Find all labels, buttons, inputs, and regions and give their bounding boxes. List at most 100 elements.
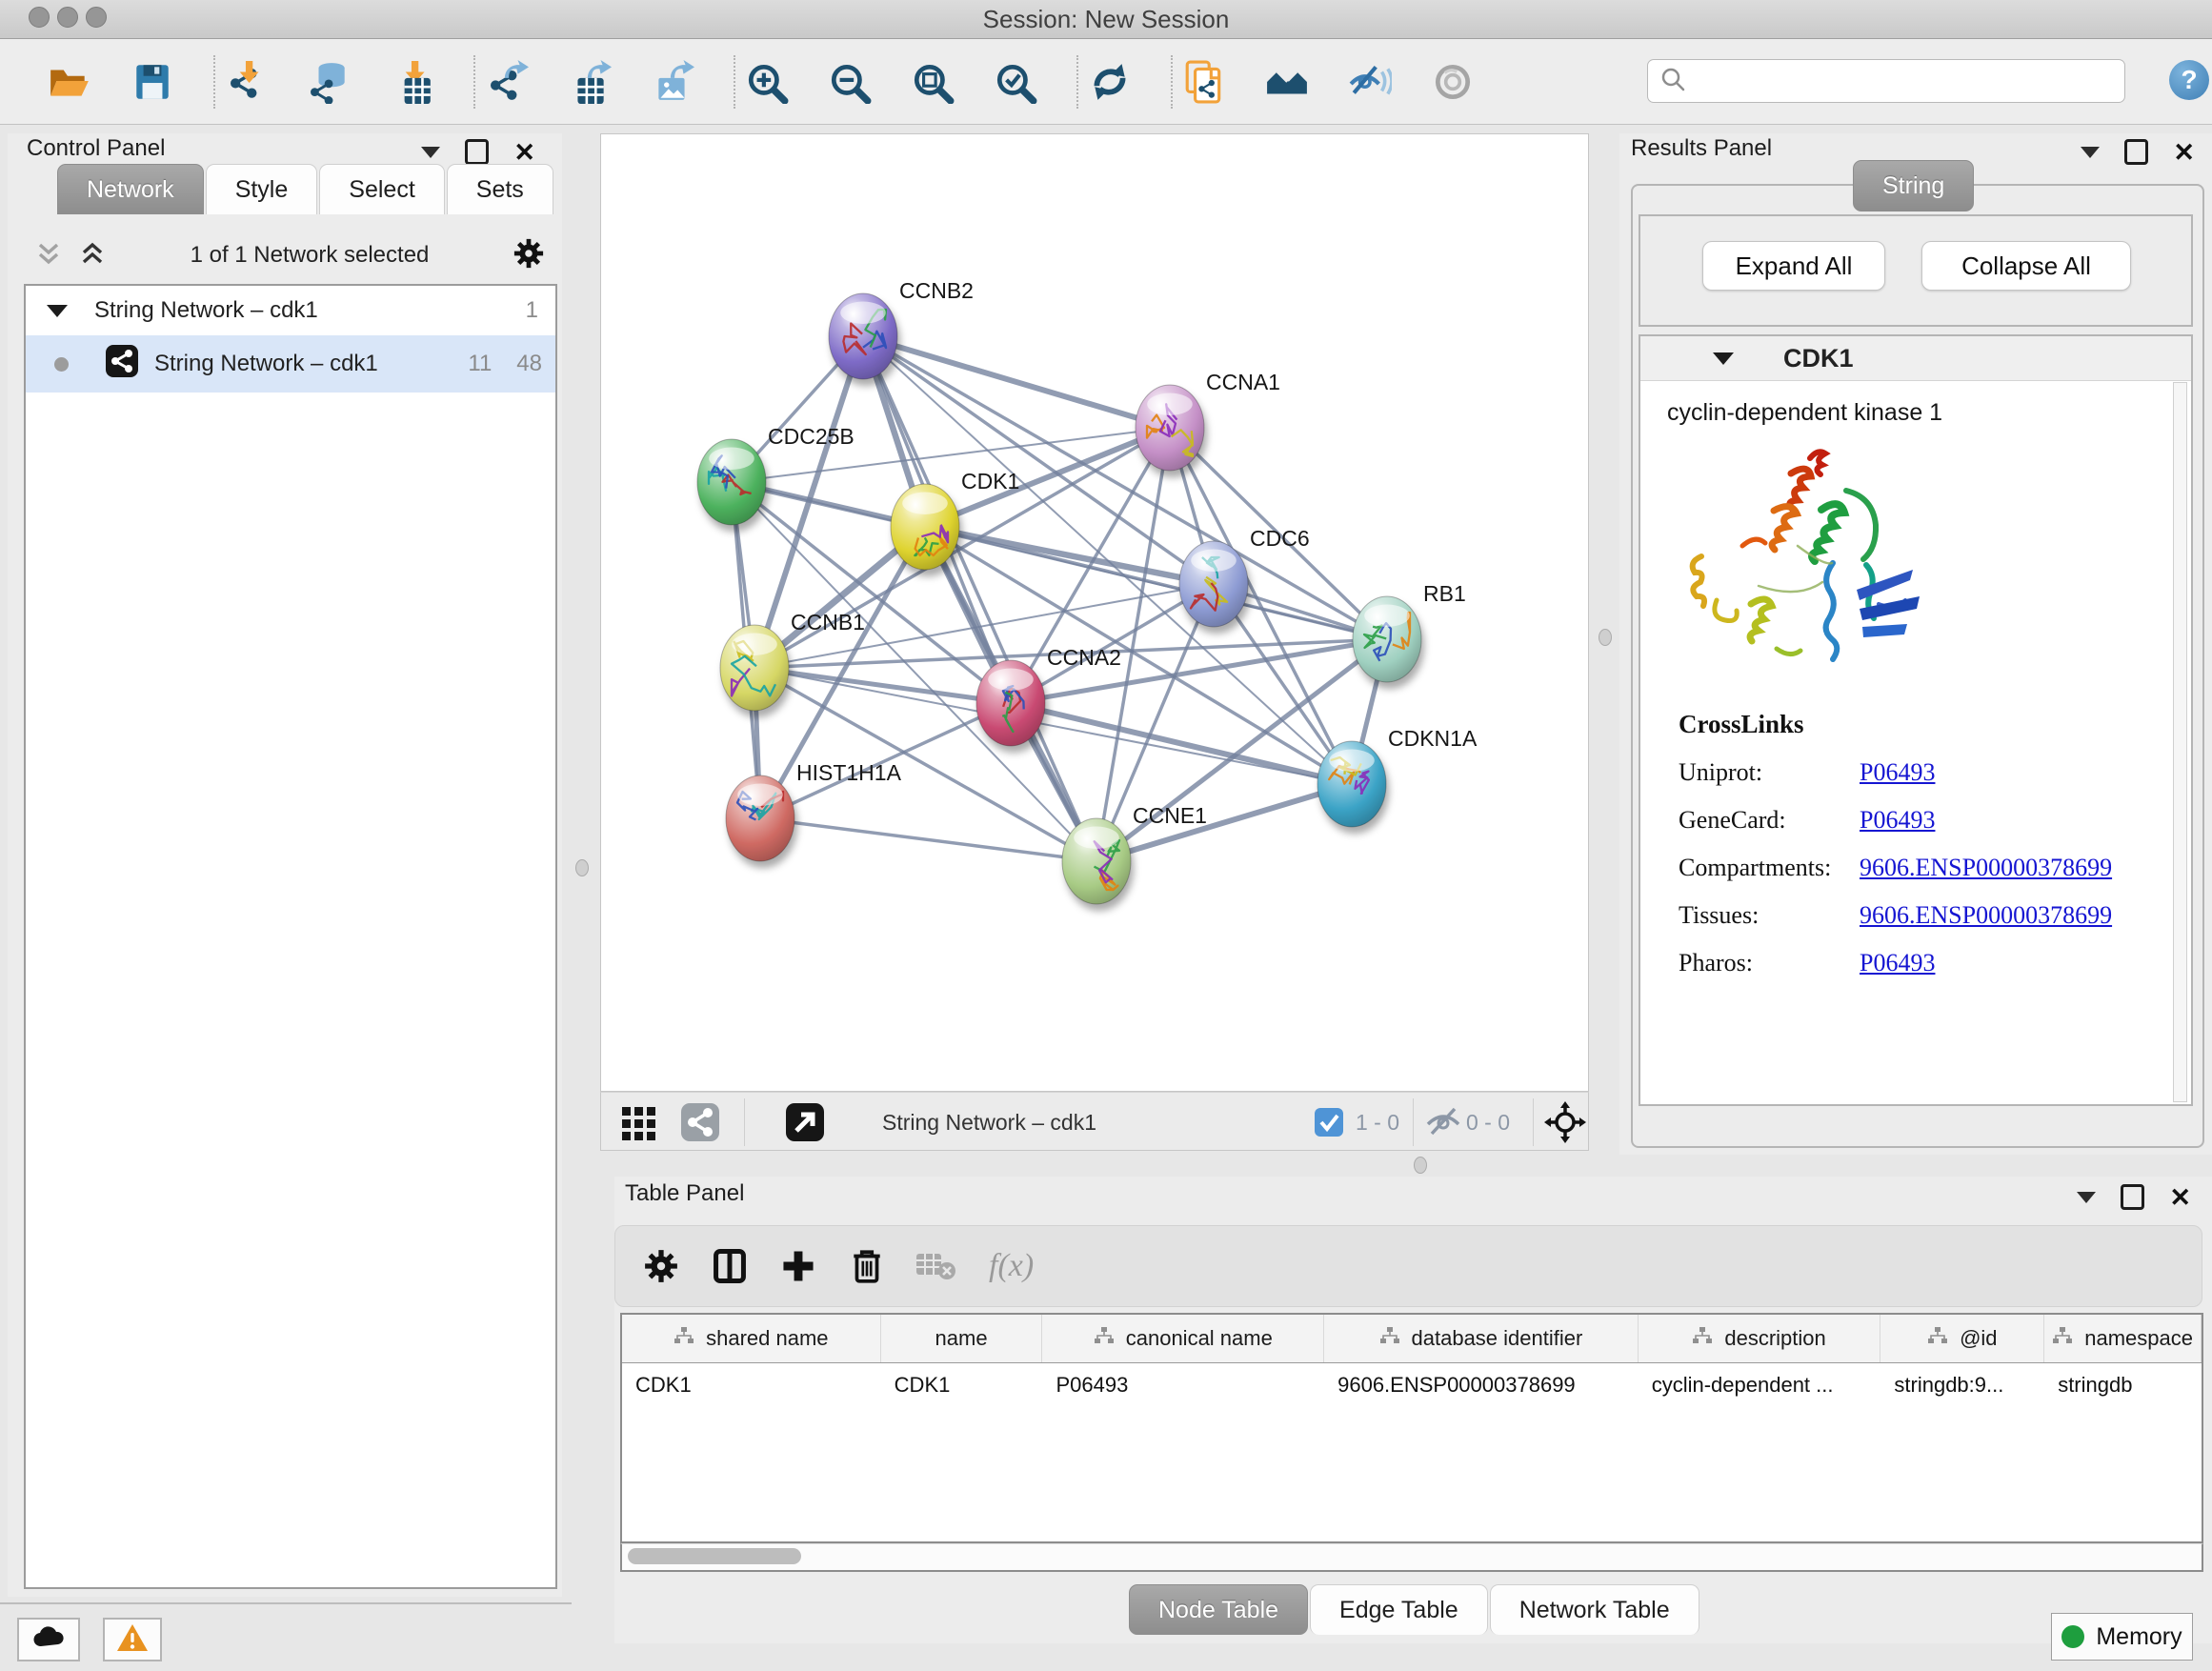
zoom-fit-content-icon[interactable] [911, 60, 955, 104]
memory-button[interactable]: Memory [2051, 1613, 2193, 1661]
string-home-icon[interactable] [1265, 60, 1309, 104]
table-horizontal-scrollbar[interactable] [620, 1543, 2203, 1572]
network-node-RB1[interactable] [1353, 596, 1421, 682]
network-row-selected[interactable]: String Network – cdk1 11 48 [26, 335, 555, 393]
results-panel-float-icon[interactable] [2124, 139, 2148, 165]
show-graphics-details-icon[interactable] [1431, 60, 1475, 104]
table-panel-collapse-icon[interactable] [2077, 1192, 2096, 1203]
network-collection-row[interactable]: String Network – cdk1 1 [26, 286, 555, 335]
show-hide-glass-icon[interactable] [1348, 60, 1392, 104]
tab-edge-table[interactable]: Edge Table [1310, 1584, 1488, 1635]
crosslink-link[interactable]: 9606.ENSP00000378699 [1860, 901, 2112, 930]
gene-expander-icon[interactable] [1713, 352, 1734, 365]
network-share-icon[interactable] [679, 1101, 721, 1148]
zoom-out-icon[interactable] [828, 60, 872, 104]
control-panel-close-icon[interactable]: ✕ [513, 143, 535, 162]
export-network-icon[interactable] [485, 60, 529, 104]
tab-network-table[interactable]: Network Table [1490, 1584, 1699, 1635]
zoom-selected-icon[interactable] [994, 60, 1037, 104]
network-edge[interactable] [1011, 703, 1352, 784]
selected-checkbox-icon[interactable] [1314, 1107, 1344, 1142]
crosslink-link[interactable]: P06493 [1860, 806, 1935, 835]
crosslink-link[interactable]: P06493 [1860, 758, 1935, 787]
tab-string[interactable]: String [1853, 160, 1974, 211]
left-splitter-handle[interactable] [575, 859, 589, 876]
string-publications-icon[interactable] [1182, 60, 1226, 104]
tab-node-table[interactable]: Node Table [1129, 1584, 1308, 1635]
network-node-CCNE1[interactable] [1062, 818, 1131, 904]
column-header-name[interactable]: name [881, 1315, 1043, 1362]
expand-all-button[interactable]: Expand All [1702, 241, 1885, 291]
import-table-file-icon[interactable] [391, 60, 434, 104]
network-node-CCNA1[interactable] [1136, 385, 1204, 471]
column-header--id[interactable]: @id [1880, 1315, 2044, 1362]
help-button[interactable]: ? [2169, 60, 2209, 100]
results-panel-close-icon[interactable]: ✕ [2173, 143, 2195, 162]
scrollbar-thumb[interactable] [628, 1548, 801, 1564]
network-edge[interactable] [863, 336, 1170, 428]
column-header-shared-name[interactable]: shared name [622, 1315, 881, 1362]
network-node-CCNA2[interactable] [976, 660, 1045, 746]
crosslink-link[interactable]: 9606.ENSP00000378699 [1860, 854, 2112, 882]
minimize-window-icon[interactable] [57, 7, 78, 28]
node-label: CCNA2 [1047, 645, 1121, 670]
column-header-database-identifier[interactable]: database identifier [1324, 1315, 1639, 1362]
network-node-CDK1[interactable] [891, 484, 959, 570]
network-node-CDC6[interactable] [1179, 541, 1248, 627]
results-panel-collapse-icon[interactable] [2081, 147, 2100, 158]
network-canvas[interactable]: CCNB2CCNA1CDC25BCDK1CDC6RB1CCNB1CCNA2CDK… [600, 133, 1589, 1092]
search-box[interactable] [1647, 59, 2125, 103]
expand-all-icon[interactable] [78, 239, 107, 272]
right-splitter-handle[interactable] [1599, 629, 1612, 646]
search-input[interactable] [1692, 68, 2124, 94]
birds-eye-grid-icon[interactable] [618, 1101, 660, 1148]
hidden-eye-slash-icon[interactable] [1424, 1105, 1462, 1144]
cloud-button[interactable] [17, 1618, 80, 1661]
crosslink-link[interactable]: P06493 [1860, 949, 1935, 977]
table-panel-close-icon[interactable]: ✕ [2169, 1188, 2191, 1207]
network-node-HIST1H1A[interactable] [726, 775, 794, 861]
apply-layout-icon[interactable] [1088, 60, 1132, 104]
results-scrollbar[interactable] [2173, 382, 2187, 1102]
column-header-description[interactable]: description [1639, 1315, 1881, 1362]
collection-expander-icon[interactable] [47, 305, 68, 317]
zoom-in-icon[interactable] [745, 60, 789, 104]
network-node-CCNB1[interactable] [720, 625, 789, 711]
collapse-all-icon[interactable] [34, 239, 63, 272]
control-panel-collapse-icon[interactable] [421, 147, 440, 158]
warnings-button[interactable] [103, 1618, 162, 1661]
show-columns-icon[interactable] [709, 1245, 751, 1287]
export-table-icon[interactable] [568, 60, 612, 104]
column-header-namespace[interactable]: namespace [2044, 1315, 2202, 1362]
tab-select[interactable]: Select [319, 164, 444, 214]
open-session-icon[interactable] [48, 60, 91, 104]
gene-section-header[interactable]: CDK1 [1640, 336, 2191, 381]
import-network-file-icon[interactable] [225, 60, 269, 104]
export-image-icon[interactable] [651, 60, 694, 104]
collapse-all-button[interactable]: Collapse All [1921, 241, 2131, 291]
close-window-icon[interactable] [29, 7, 50, 28]
network-list-options-gear-icon[interactable] [513, 237, 545, 274]
tab-style[interactable]: Style [206, 164, 318, 214]
tab-network[interactable]: Network [57, 164, 204, 214]
control-panel-float-icon[interactable] [465, 139, 489, 165]
cloud-icon [31, 1625, 66, 1655]
table-panel-float-icon[interactable] [2121, 1184, 2144, 1210]
network-edge[interactable] [760, 818, 1096, 861]
fit-selected-crosshair-icon[interactable] [1544, 1101, 1586, 1148]
network-node-CCNB2[interactable] [829, 293, 897, 379]
delete-column-trash-icon[interactable] [846, 1245, 888, 1287]
maximize-window-icon[interactable] [86, 7, 107, 28]
column-header-canonical-name[interactable]: canonical name [1042, 1315, 1324, 1362]
table-settings-gear-icon[interactable] [640, 1245, 682, 1287]
tab-sets[interactable]: Sets [447, 164, 553, 214]
open-in-window-icon[interactable] [784, 1101, 826, 1148]
network-edge[interactable] [863, 336, 1387, 639]
add-column-icon[interactable] [777, 1245, 819, 1287]
network-node-CDKN1A[interactable] [1317, 741, 1386, 827]
network-node-CDC25B[interactable] [697, 439, 766, 525]
table-row[interactable]: CDK1CDK1P064939606.ENSP00000378699cyclin… [622, 1363, 2202, 1407]
import-network-database-icon[interactable] [308, 60, 352, 104]
bottom-splitter-handle[interactable] [1414, 1157, 1427, 1174]
save-session-icon[interactable] [131, 60, 174, 104]
